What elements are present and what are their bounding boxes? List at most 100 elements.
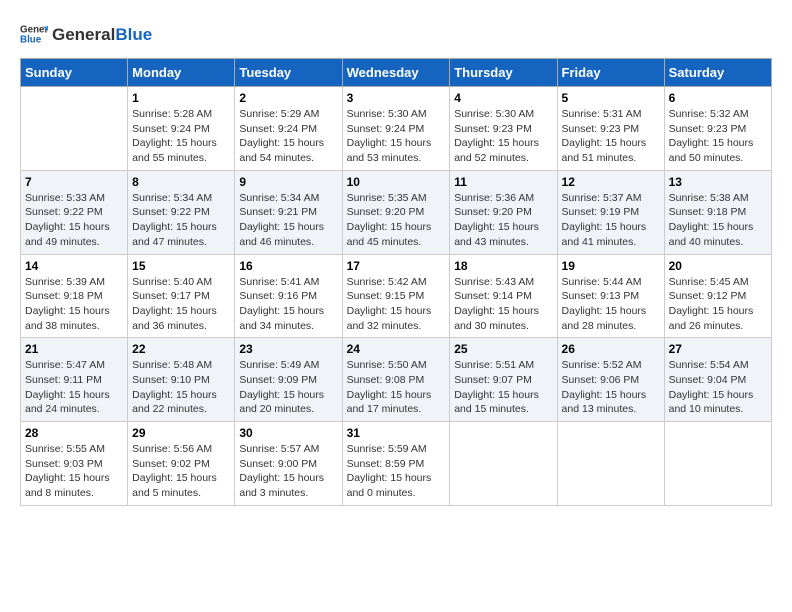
day-number: 2 xyxy=(239,91,337,105)
day-number: 22 xyxy=(132,342,230,356)
calendar-cell: 8 Sunrise: 5:34 AM Sunset: 9:22 PM Daylig… xyxy=(128,170,235,254)
day-content: Sunrise: 5:47 AM Sunset: 9:11 PM Dayligh… xyxy=(25,358,123,417)
calendar-cell: 28 Sunrise: 5:55 AM Sunset: 9:03 PM Dayli… xyxy=(21,422,128,506)
day-number: 31 xyxy=(347,426,446,440)
calendar-cell: 13 Sunrise: 5:38 AM Sunset: 9:18 PM Dayli… xyxy=(664,170,771,254)
calendar-cell: 27 Sunrise: 5:54 AM Sunset: 9:04 PM Dayli… xyxy=(664,338,771,422)
day-content: Sunrise: 5:35 AM Sunset: 9:20 PM Dayligh… xyxy=(347,191,446,250)
calendar-cell: 3Sunrise: 5:30 AM Sunset: 9:24 PM Daylig… xyxy=(342,87,450,171)
calendar-cell: 4Sunrise: 5:30 AM Sunset: 9:23 PM Daylig… xyxy=(450,87,557,171)
day-content: Sunrise: 5:56 AM Sunset: 9:02 PM Dayligh… xyxy=(132,442,230,501)
calendar-cell: 12 Sunrise: 5:37 AM Sunset: 9:19 PM Dayli… xyxy=(557,170,664,254)
day-content: Sunrise: 5:55 AM Sunset: 9:03 PM Dayligh… xyxy=(25,442,123,501)
day-content: Sunrise: 5:34 AM Sunset: 9:21 PM Dayligh… xyxy=(239,191,337,250)
calendar-cell: 19 Sunrise: 5:44 AM Sunset: 9:13 PM Dayli… xyxy=(557,254,664,338)
calendar-cell xyxy=(664,422,771,506)
day-number: 6 xyxy=(669,91,767,105)
calendar-cell xyxy=(450,422,557,506)
calendar-cell: 21 Sunrise: 5:47 AM Sunset: 9:11 PM Dayli… xyxy=(21,338,128,422)
day-content: Sunrise: 5:28 AM Sunset: 9:24 PM Dayligh… xyxy=(132,107,230,166)
calendar-cell: 25Sunrise: 5:51 AM Sunset: 9:07 PM Dayli… xyxy=(450,338,557,422)
day-content: Sunrise: 5:44 AM Sunset: 9:13 PM Dayligh… xyxy=(562,275,660,334)
day-content: Sunrise: 5:32 AM Sunset: 9:23 PM Dayligh… xyxy=(669,107,767,166)
day-number: 19 xyxy=(562,259,660,273)
day-content: Sunrise: 5:36 AM Sunset: 9:20 PM Dayligh… xyxy=(454,191,552,250)
day-number: 5 xyxy=(562,91,660,105)
calendar-cell: 18 Sunrise: 5:43 AM Sunset: 9:14 PM Dayli… xyxy=(450,254,557,338)
day-number: 26 xyxy=(562,342,660,356)
day-content: Sunrise: 5:37 AM Sunset: 9:19 PM Dayligh… xyxy=(562,191,660,250)
column-header-tuesday: Tuesday xyxy=(235,59,342,87)
calendar-cell: 10Sunrise: 5:35 AM Sunset: 9:20 PM Dayli… xyxy=(342,170,450,254)
day-content: Sunrise: 5:34 AM Sunset: 9:22 PM Dayligh… xyxy=(132,191,230,250)
day-number: 15 xyxy=(132,259,230,273)
calendar-week-3: 14 Sunrise: 5:39 AM Sunset: 9:18 PM Dayli… xyxy=(21,254,772,338)
day-number: 28 xyxy=(25,426,123,440)
day-number: 24 xyxy=(347,342,446,356)
day-number: 9 xyxy=(239,175,337,189)
day-number: 25 xyxy=(454,342,552,356)
day-content: Sunrise: 5:43 AM Sunset: 9:14 PM Dayligh… xyxy=(454,275,552,334)
day-number: 13 xyxy=(669,175,767,189)
logo-icon: General Blue xyxy=(20,20,48,48)
day-number: 7 xyxy=(25,175,123,189)
day-content: Sunrise: 5:52 AM Sunset: 9:06 PM Dayligh… xyxy=(562,358,660,417)
calendar-cell: 5Sunrise: 5:31 AM Sunset: 9:23 PM Daylig… xyxy=(557,87,664,171)
day-content: Sunrise: 5:42 AM Sunset: 9:15 PM Dayligh… xyxy=(347,275,446,334)
day-number: 4 xyxy=(454,91,552,105)
column-header-monday: Monday xyxy=(128,59,235,87)
svg-text:Blue: Blue xyxy=(20,34,42,45)
calendar-cell: 20Sunrise: 5:45 AM Sunset: 9:12 PM Dayli… xyxy=(664,254,771,338)
calendar-cell: 29 Sunrise: 5:56 AM Sunset: 9:02 PM Dayli… xyxy=(128,422,235,506)
day-number: 30 xyxy=(239,426,337,440)
day-content: Sunrise: 5:54 AM Sunset: 9:04 PM Dayligh… xyxy=(669,358,767,417)
day-content: Sunrise: 5:40 AM Sunset: 9:17 PM Dayligh… xyxy=(132,275,230,334)
day-number: 14 xyxy=(25,259,123,273)
logo-text-general: GeneralBlue xyxy=(52,26,152,43)
calendar-week-2: 7 Sunrise: 5:33 AM Sunset: 9:22 PM Daylig… xyxy=(21,170,772,254)
day-number: 29 xyxy=(132,426,230,440)
calendar-cell xyxy=(21,87,128,171)
day-content: Sunrise: 5:48 AM Sunset: 9:10 PM Dayligh… xyxy=(132,358,230,417)
calendar-cell: 31 Sunrise: 5:59 AM Sunset: 8:59 PM Dayli… xyxy=(342,422,450,506)
calendar-cell: 11 Sunrise: 5:36 AM Sunset: 9:20 PM Dayli… xyxy=(450,170,557,254)
day-number: 3 xyxy=(347,91,446,105)
day-number: 8 xyxy=(132,175,230,189)
calendar-cell: 23Sunrise: 5:49 AM Sunset: 9:09 PM Dayli… xyxy=(235,338,342,422)
calendar-cell: 26 Sunrise: 5:52 AM Sunset: 9:06 PM Dayli… xyxy=(557,338,664,422)
calendar-cell: 22 Sunrise: 5:48 AM Sunset: 9:10 PM Dayli… xyxy=(128,338,235,422)
day-content: Sunrise: 5:49 AM Sunset: 9:09 PM Dayligh… xyxy=(239,358,337,417)
day-number: 11 xyxy=(454,175,552,189)
calendar-header-row: SundayMondayTuesdayWednesdayThursdayFrid… xyxy=(21,59,772,87)
calendar-cell: 1 Sunrise: 5:28 AM Sunset: 9:24 PM Daylig… xyxy=(128,87,235,171)
calendar-cell: 9 Sunrise: 5:34 AM Sunset: 9:21 PM Daylig… xyxy=(235,170,342,254)
day-number: 27 xyxy=(669,342,767,356)
day-content: Sunrise: 5:50 AM Sunset: 9:08 PM Dayligh… xyxy=(347,358,446,417)
day-number: 20 xyxy=(669,259,767,273)
calendar-cell: 7 Sunrise: 5:33 AM Sunset: 9:22 PM Daylig… xyxy=(21,170,128,254)
day-content: Sunrise: 5:41 AM Sunset: 9:16 PM Dayligh… xyxy=(239,275,337,334)
day-content: Sunrise: 5:59 AM Sunset: 8:59 PM Dayligh… xyxy=(347,442,446,501)
calendar-cell: 6 Sunrise: 5:32 AM Sunset: 9:23 PM Daylig… xyxy=(664,87,771,171)
day-number: 12 xyxy=(562,175,660,189)
column-header-friday: Friday xyxy=(557,59,664,87)
calendar-cell: 17Sunrise: 5:42 AM Sunset: 9:15 PM Dayli… xyxy=(342,254,450,338)
day-content: Sunrise: 5:38 AM Sunset: 9:18 PM Dayligh… xyxy=(669,191,767,250)
logo: General Blue GeneralBlue xyxy=(20,20,152,48)
column-header-thursday: Thursday xyxy=(450,59,557,87)
column-header-sunday: Sunday xyxy=(21,59,128,87)
day-content: Sunrise: 5:39 AM Sunset: 9:18 PM Dayligh… xyxy=(25,275,123,334)
calendar-cell: 2Sunrise: 5:29 AM Sunset: 9:24 PM Daylig… xyxy=(235,87,342,171)
calendar-cell: 14 Sunrise: 5:39 AM Sunset: 9:18 PM Dayli… xyxy=(21,254,128,338)
day-number: 16 xyxy=(239,259,337,273)
day-number: 21 xyxy=(25,342,123,356)
calendar-week-4: 21 Sunrise: 5:47 AM Sunset: 9:11 PM Dayli… xyxy=(21,338,772,422)
calendar-cell: 30Sunrise: 5:57 AM Sunset: 9:00 PM Dayli… xyxy=(235,422,342,506)
day-content: Sunrise: 5:33 AM Sunset: 9:22 PM Dayligh… xyxy=(25,191,123,250)
day-number: 1 xyxy=(132,91,230,105)
column-header-saturday: Saturday xyxy=(664,59,771,87)
calendar-week-5: 28 Sunrise: 5:55 AM Sunset: 9:03 PM Dayli… xyxy=(21,422,772,506)
calendar-week-1: 1 Sunrise: 5:28 AM Sunset: 9:24 PM Daylig… xyxy=(21,87,772,171)
day-number: 18 xyxy=(454,259,552,273)
calendar-cell: 24 Sunrise: 5:50 AM Sunset: 9:08 PM Dayli… xyxy=(342,338,450,422)
